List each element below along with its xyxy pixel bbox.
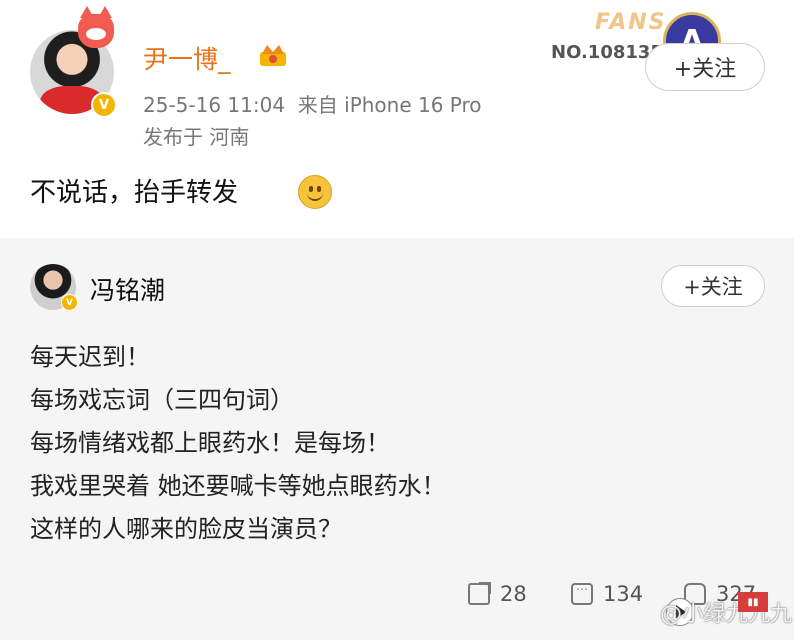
comment-action[interactable]: 134 bbox=[571, 579, 644, 606]
repost-verified-badge-icon: V bbox=[61, 294, 78, 311]
crown-icon bbox=[260, 45, 286, 66]
repost-line: 每场情绪戏都上眼药水！是每场！ bbox=[30, 429, 390, 457]
repost-line: 每场戏忘词（三四句词） bbox=[30, 386, 294, 414]
comment-count: 134 bbox=[603, 582, 644, 606]
repost-line: 每天迟到！ bbox=[30, 343, 150, 371]
repost-author-username[interactable]: 冯铭潮 bbox=[90, 271, 165, 307]
share-action[interactable]: 28 bbox=[468, 582, 527, 606]
repost-follow-button[interactable]: +关注 bbox=[661, 265, 765, 307]
cat-pendant-icon bbox=[78, 6, 114, 48]
verified-badge-icon: V bbox=[91, 92, 117, 118]
smile-emoji-icon bbox=[298, 175, 332, 209]
share-count: 28 bbox=[500, 582, 527, 606]
share-icon bbox=[468, 582, 491, 605]
post-meta: 25-5-16 11:04 来自 iPhone 16 Pro bbox=[143, 89, 482, 118]
comment-icon bbox=[571, 579, 593, 605]
post-text: 不说话，抬手转发 bbox=[30, 178, 239, 208]
fans-label: FANS bbox=[595, 10, 667, 35]
stamp-icon: ▮▮ bbox=[738, 592, 768, 612]
repost-line: 这样的人哪来的脸皮当演员？ bbox=[30, 515, 342, 543]
post-source: 来自 iPhone 16 Pro bbox=[297, 93, 482, 117]
watermark: @小绿九九九 bbox=[660, 602, 793, 627]
repost-line: 我戏里哭着 她还要喊卡等她点眼药水！ bbox=[30, 472, 446, 500]
post-location: 发布于 河南 bbox=[143, 125, 250, 149]
repost-text: 每天迟到！ 每场戏忘词（三四句词） 每场情绪戏都上眼药水！是每场！ 我戏里哭着 … bbox=[30, 336, 446, 551]
follow-button[interactable]: +关注 bbox=[645, 43, 765, 91]
original-post: V 尹一博_ 25-5-16 11:04 来自 iPhone 16 Pro 发布… bbox=[0, 0, 794, 238]
post-timestamp: 25-5-16 11:04 bbox=[143, 93, 286, 117]
author-username[interactable]: 尹一博_ bbox=[143, 40, 231, 76]
